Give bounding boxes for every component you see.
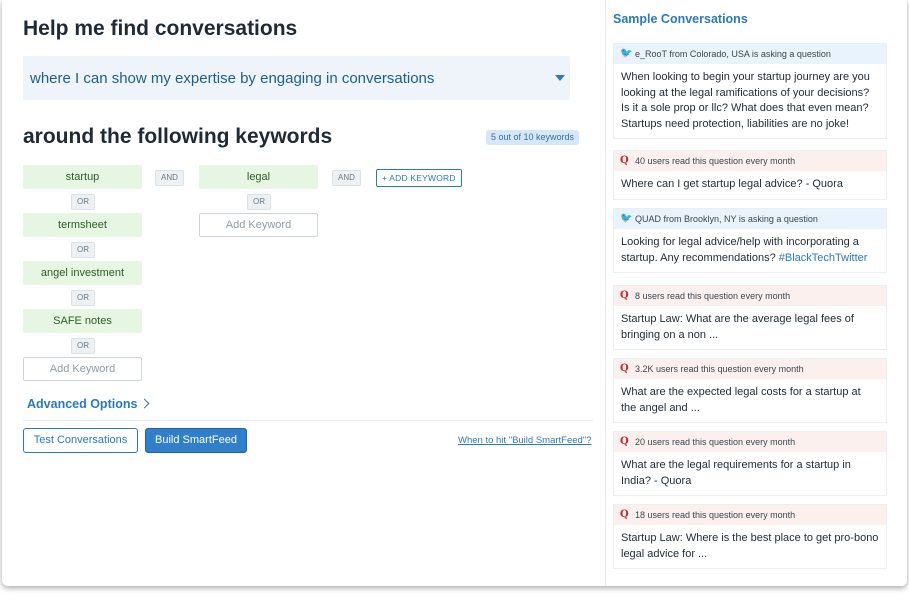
keyword-chip-safe-notes[interactable]: SAFE notes	[23, 309, 142, 333]
app-window: Help me find conversations where I can s…	[2, 0, 907, 586]
conversation-card[interactable]: 🐦 e_RooT from Colorado, USA is asking a …	[613, 43, 887, 139]
card-header: 🐦 QUAD from Brooklyn, NY is asking a que…	[614, 209, 886, 229]
card-header-text: 18 users read this question every month	[635, 510, 796, 520]
keyword-count-badge: 5 out of 10 keywords	[486, 130, 580, 145]
quora-q-icon: Q	[620, 436, 629, 447]
conversation-card[interactable]: Q 18 users read this question every mont…	[613, 504, 887, 569]
or-tag: OR	[71, 290, 95, 306]
card-header-text: e_RooT from Colorado, USA is asking a qu…	[635, 49, 831, 59]
or-tag: OR	[71, 338, 95, 354]
or-tag: OR	[71, 242, 95, 258]
card-header: Q 40 users read this question every mont…	[614, 151, 886, 171]
conversation-card[interactable]: 🐦 QUAD from Brooklyn, NY is asking a que…	[613, 208, 887, 273]
card-header: Q 20 users read this question every mont…	[614, 432, 886, 452]
build-smartfeed-button[interactable]: Build SmartFeed	[145, 428, 247, 453]
card-header: Q 8 users read this question every month	[614, 286, 886, 306]
smartfeed-builder: Help me find conversations where I can s…	[2, 0, 605, 586]
card-header-text: 40 users read this question every month	[635, 156, 796, 166]
sample-conversations-title: Sample Conversations	[613, 12, 748, 26]
keyword-chip-angel-investment[interactable]: angel investment	[23, 261, 142, 285]
advanced-options-link[interactable]: Advanced Options	[27, 397, 150, 411]
add-keyword-input-group1[interactable]: Add Keyword	[23, 357, 142, 381]
quora-q-icon: Q	[620, 363, 629, 374]
card-header: 🐦 e_RooT from Colorado, USA is asking a …	[614, 44, 886, 64]
conversation-card[interactable]: Q 40 users read this question every mont…	[613, 150, 887, 200]
card-header: Q 18 users read this question every mont…	[614, 505, 886, 525]
quora-q-icon: Q	[620, 290, 629, 301]
divider	[23, 420, 593, 421]
card-header: Q 3.2K users read this question every mo…	[614, 359, 886, 379]
card-header-text: 8 users read this question every month	[635, 291, 791, 301]
sample-conversations-panel: Sample Conversations 🐦 e_RooT from Color…	[605, 0, 907, 586]
conversation-card[interactable]: Q 20 users read this question every mont…	[613, 431, 887, 496]
quora-q-icon: Q	[620, 155, 629, 166]
conversation-card[interactable]: Q 8 users read this question every month…	[613, 285, 887, 350]
and-tag: AND	[332, 170, 361, 186]
card-text: Where can I get startup legal advice? - …	[621, 178, 843, 190]
advanced-options-label: Advanced Options	[27, 397, 138, 411]
card-header-text: QUAD from Brooklyn, NY is asking a quest…	[635, 214, 818, 224]
build-smartfeed-help-link[interactable]: When to hit "Build SmartFeed"?	[458, 435, 591, 446]
card-header-text: 3.2K users read this question every mont…	[635, 364, 804, 374]
twitter-bird-icon: 🐦	[620, 213, 633, 224]
chevron-right-icon	[139, 398, 150, 409]
and-tag: AND	[155, 170, 184, 186]
keyword-chip-termsheet[interactable]: termsheet	[23, 213, 142, 237]
card-text: Looking for legal advice/help with incor…	[614, 229, 886, 272]
card-text: Startup Law: Where is the best place to …	[621, 532, 879, 560]
caret-down-icon[interactable]	[555, 75, 565, 81]
or-tag: OR	[247, 194, 271, 210]
conversation-card[interactable]: Q 3.2K users read this question every mo…	[613, 358, 887, 423]
test-conversations-button[interactable]: Test Conversations	[23, 428, 138, 453]
quora-q-icon: Q	[620, 509, 629, 520]
card-text: When looking to begin your startup journ…	[621, 71, 870, 130]
keyword-chip-legal[interactable]: legal	[199, 165, 318, 189]
conversation-type-select[interactable]: where I can show my expertise by engagin…	[23, 56, 570, 100]
card-text: Startup Law: What are the average legal …	[621, 313, 854, 341]
card-header-text: 20 users read this question every month	[635, 437, 796, 447]
page-title: Help me find conversations	[23, 17, 298, 40]
card-text: What are the legal requirements for a st…	[621, 459, 851, 487]
or-tag: OR	[71, 194, 95, 210]
add-keyword-button[interactable]: + ADD KEYWORD	[376, 169, 462, 187]
card-text: What are the expected legal costs for a …	[621, 386, 861, 414]
twitter-bird-icon: 🐦	[620, 48, 633, 59]
add-keyword-input-group2[interactable]: Add Keyword	[199, 213, 318, 237]
keyword-chip-startup[interactable]: startup	[23, 165, 142, 189]
hashtag-link[interactable]: #BlackTechTwitter	[779, 252, 868, 264]
keywords-title: around the following keywords	[23, 125, 333, 148]
conversation-type-value: where I can show my expertise by engagin…	[30, 70, 435, 87]
